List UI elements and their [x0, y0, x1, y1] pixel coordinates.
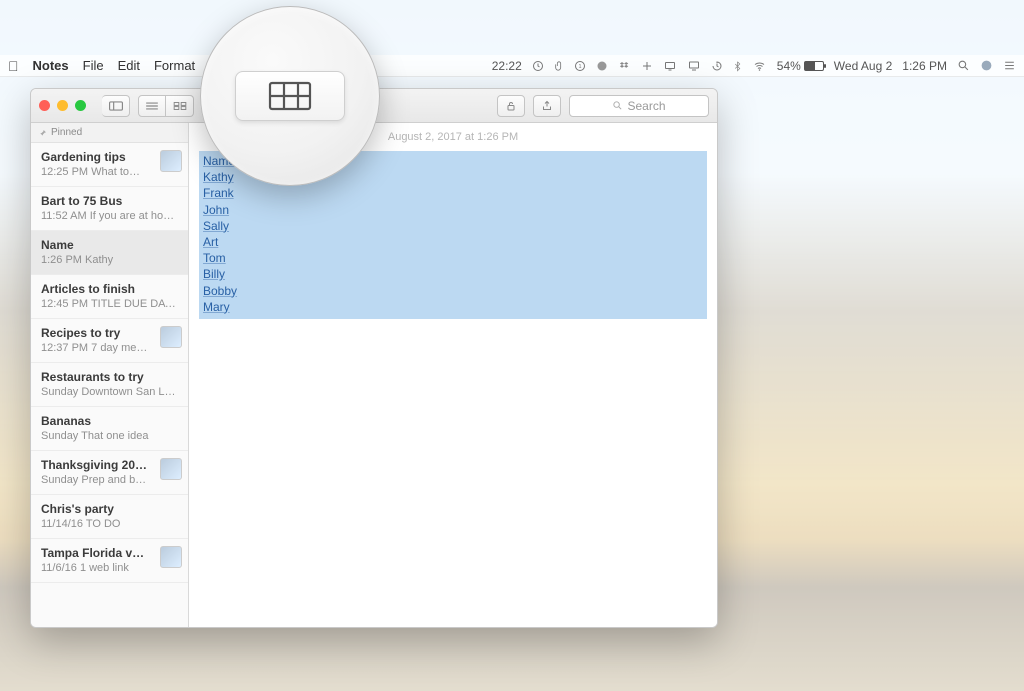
notes-sidebar: Pinned Gardening tips 12:25 PM What to… Ba… — [31, 123, 189, 627]
note-list-item[interactable]: Recipes to try 12:37 PM 7 day me… — [31, 319, 188, 363]
note-item-title: Articles to finish — [41, 282, 178, 296]
note-list-item[interactable]: Bart to 75 Bus 11:52 AM If you are at hom… — [31, 187, 188, 231]
note-item-subtitle: 11:52 AM If you are at home — [41, 210, 178, 222]
menu-file[interactable]: File — [83, 58, 104, 73]
pin-icon — [39, 129, 47, 137]
note-item-subtitle: Sunday That one idea — [41, 430, 178, 442]
note-list-item[interactable]: Bananas Sunday That one idea — [31, 407, 188, 451]
notification-center-icon[interactable] — [1003, 59, 1016, 72]
tv-icon[interactable] — [663, 60, 677, 72]
wifi-icon[interactable] — [752, 60, 767, 72]
note-item-thumbnail — [160, 150, 182, 172]
zoom-window-button[interactable] — [75, 100, 86, 111]
timemachine-icon[interactable] — [711, 60, 723, 72]
note-text-line: Sally — [203, 218, 703, 234]
menu-edit[interactable]: Edit — [118, 58, 140, 73]
note-item-subtitle: 11/14/16 TO DO — [41, 518, 178, 530]
spotlight-icon[interactable] — [957, 59, 970, 72]
note-item-title: Thanksgiving 20… — [41, 458, 178, 472]
note-item-subtitle: Sunday Downtown San Lea… — [41, 386, 178, 398]
note-list-item[interactable]: Restaurants to try Sunday Downtown San Le… — [31, 363, 188, 407]
note-item-title: Restaurants to try — [41, 370, 178, 384]
note-text-line: Tom — [203, 250, 703, 266]
note-list-item[interactable]: Name 1:26 PM Kathy — [31, 231, 188, 275]
note-item-title: Tampa Florida v… — [41, 546, 178, 560]
display-icon[interactable] — [687, 60, 701, 72]
note-item-title: Bart to 75 Bus — [41, 194, 178, 208]
notes-window: Search Pinned Gardening tips 12:25 PM Wha… — [30, 88, 718, 628]
menubar-clock-small[interactable]: 22:22 — [492, 59, 522, 73]
note-item-thumbnail — [160, 458, 182, 480]
bluetooth-icon[interactable] — [733, 59, 742, 72]
app-name[interactable]: Notes — [33, 58, 69, 73]
search-placeholder: Search — [627, 99, 665, 113]
note-item-title: Recipes to try — [41, 326, 178, 340]
note-list-item[interactable]: Chris's party 11/14/16 TO DO — [31, 495, 188, 539]
battery-indicator[interactable]: 54% — [777, 59, 824, 73]
search-icon — [612, 100, 623, 111]
share-note-button[interactable] — [533, 95, 561, 117]
pinned-section-header: Pinned — [31, 123, 188, 143]
note-item-title: Name — [41, 238, 178, 252]
siri-icon[interactable] — [980, 59, 993, 72]
sidebar-toggle-button[interactable] — [102, 95, 130, 117]
note-text-line: Art — [203, 234, 703, 250]
note-item-subtitle: 12:45 PM TITLE DUE DATE… — [41, 298, 178, 310]
search-field[interactable]: Search — [569, 95, 709, 117]
battery-icon — [804, 61, 824, 71]
note-item-subtitle: 12:37 PM 7 day me… — [41, 342, 178, 354]
svg-text:1: 1 — [578, 64, 581, 70]
battery-pct: 54% — [777, 59, 801, 73]
note-text-line: Mary — [203, 299, 703, 315]
note-text-line: John — [203, 202, 703, 218]
note-item-subtitle: 1:26 PM Kathy — [41, 254, 178, 266]
fantastical-icon[interactable] — [596, 60, 608, 72]
close-window-button[interactable] — [39, 100, 50, 111]
menubar:  Notes File Edit Format View 22:22 1 — [0, 55, 1024, 77]
timer-icon[interactable] — [532, 60, 544, 72]
table-icon — [268, 81, 312, 111]
note-item-title: Bananas — [41, 414, 178, 428]
callout-magnifier — [200, 6, 380, 186]
note-list-item[interactable]: Gardening tips 12:25 PM What to… — [31, 143, 188, 187]
apple-menu-icon[interactable]:  — [8, 58, 19, 74]
dropbox-icon[interactable] — [618, 60, 631, 72]
note-text-line: Billy — [203, 266, 703, 282]
menu-format[interactable]: Format — [154, 58, 195, 73]
window-traffic-lights — [39, 100, 86, 111]
note-list-item[interactable]: Thanksgiving 20… Sunday Prep and b… — [31, 451, 188, 495]
1password-icon[interactable]: 1 — [574, 60, 586, 72]
list-view-button[interactable] — [138, 95, 166, 117]
note-item-title: Chris's party — [41, 502, 178, 516]
lock-note-button[interactable] — [497, 95, 525, 117]
note-item-subtitle: Sunday Prep and b… — [41, 474, 178, 486]
menubar-date[interactable]: Wed Aug 2 — [834, 59, 893, 73]
note-item-subtitle: 12:25 PM What to… — [41, 166, 178, 178]
note-item-thumbnail — [160, 326, 182, 348]
note-item-title: Gardening tips — [41, 150, 178, 164]
note-list-item[interactable]: Articles to finish 12:45 PM TITLE DUE DAT… — [31, 275, 188, 319]
grid-view-button[interactable] — [166, 95, 194, 117]
note-editor[interactable]: August 2, 2017 at 1:26 PM NameKathyFrank… — [189, 123, 717, 627]
paperclip-icon[interactable] — [554, 60, 564, 72]
note-list-item[interactable]: Tampa Florida v… 11/6/16 1 web link — [31, 539, 188, 583]
menubar-time[interactable]: 1:26 PM — [902, 59, 947, 73]
note-text-line: Bobby — [203, 283, 703, 299]
note-item-subtitle: 11/6/16 1 web link — [41, 562, 178, 574]
plus-icon[interactable] — [641, 60, 653, 72]
minimize-window-button[interactable] — [57, 100, 68, 111]
note-text-line: Frank — [203, 185, 703, 201]
table-toolbar-button[interactable] — [235, 71, 345, 121]
note-item-thumbnail — [160, 546, 182, 568]
